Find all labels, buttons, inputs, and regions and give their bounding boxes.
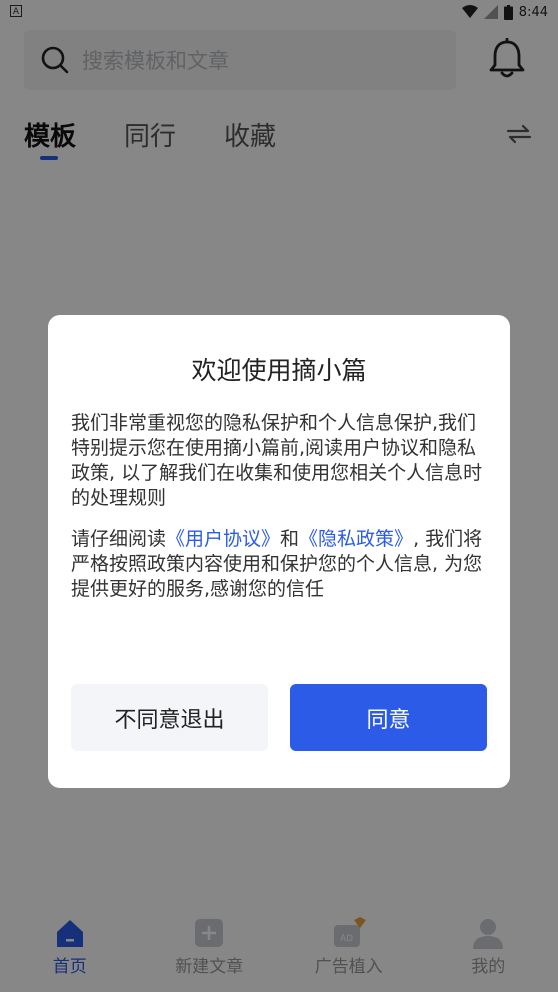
dialog-text: 请仔细阅读 [71,528,167,550]
dialog-paragraph: 我们非常重视您的隐私保护和个人信息保护,我们特别提示您在使用摘小篇前,阅读用户协… [71,412,483,509]
dialog-title: 欢迎使用摘小篇 [191,356,367,385]
agree-button[interactable]: 同意 [290,684,487,751]
dialog-text: 和 [280,528,300,550]
privacy-policy-link[interactable]: 《隐私政策》 [299,528,413,550]
dialog-body: 我们非常重视您的隐私保护和个人信息保护,我们特别提示您在使用摘小篇前,阅读用户协… [71,411,489,618]
privacy-dialog: 欢迎使用摘小篇 我们非常重视您的隐私保护和个人信息保护,我们特别提示您在使用摘小… [48,315,510,788]
user-agreement-link[interactable]: 《用户协议》 [166,528,280,550]
dialog-paragraph: 请仔细阅读《用户协议》和《隐私政策》, 我们将严格按照政策内容使用和保护您的个人… [71,527,489,602]
disagree-exit-button[interactable]: 不同意退出 [71,684,268,751]
